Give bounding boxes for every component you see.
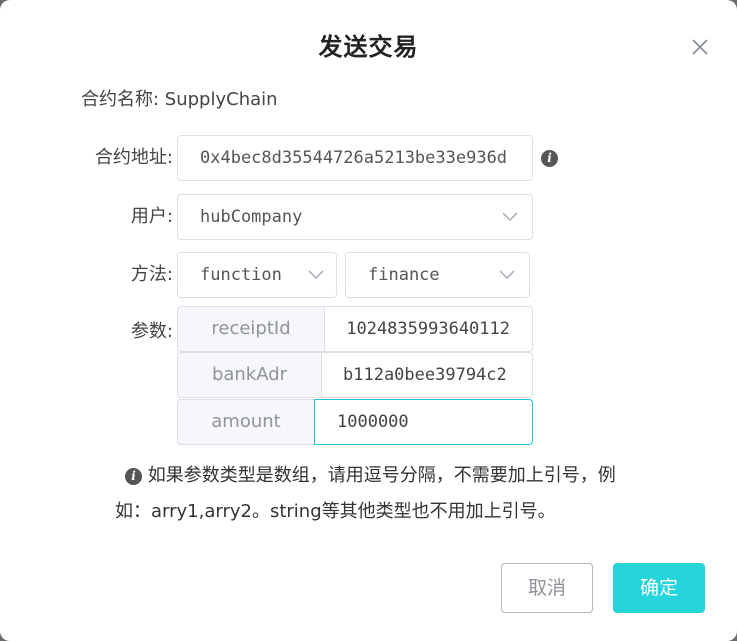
hint-text-1: 如果参数类型是数组，请用逗号分隔，不需要加上引号，例 — [147, 465, 616, 486]
close-icon[interactable] — [687, 34, 713, 60]
chevron-down-icon — [499, 270, 515, 280]
param-value-text: b112a0bee39794c2 — [343, 365, 507, 385]
hint-line-2: 如：arry1,arry2。string等其他类型也不用加上引号。 — [115, 494, 705, 530]
info-icon: i — [125, 468, 142, 485]
hint-text-2: 如：arry1,arry2。string等其他类型也不用加上引号。 — [115, 501, 556, 522]
contract-address-label: 合约地址: — [94, 147, 173, 168]
chevron-down-icon — [502, 212, 518, 222]
param-value-text: 1000000 — [337, 412, 409, 432]
user-label: 用户: — [130, 206, 173, 227]
contract-name-label: 合约名称: SupplyChain — [81, 89, 278, 110]
user-select-value: hubCompany — [200, 207, 303, 227]
param-key-amount: amount — [177, 399, 315, 445]
user-select[interactable]: hubCompany — [177, 194, 533, 240]
contract-address-value: 0x4bec8d35544726a5213be33e936d — [200, 148, 508, 168]
method-name-value: finance — [368, 265, 440, 285]
hint-line-1: i 如果参数类型是数组，请用逗号分隔，不需要加上引号，例 — [125, 458, 705, 494]
chevron-down-icon — [308, 270, 324, 280]
cancel-button[interactable]: 取消 — [501, 563, 593, 613]
confirm-button[interactable]: 确定 — [613, 563, 705, 613]
dialog-title: 发送交易 — [318, 33, 419, 61]
method-type-select[interactable]: function — [177, 252, 337, 298]
param-key-receiptId: receiptId — [177, 306, 325, 352]
param-value-receiptId[interactable]: 1024835993640112 — [324, 306, 533, 352]
param-value-bankAdr[interactable]: b112a0bee39794c2 — [321, 352, 533, 398]
param-key-bankAdr: bankAdr — [177, 352, 322, 398]
info-icon[interactable]: i — [541, 150, 558, 167]
param-value-amount[interactable]: 1000000 — [314, 399, 533, 445]
param-value-text: 1024835993640112 — [346, 319, 510, 339]
send-transaction-dialog: 发送交易 合约名称: SupplyChain 合约地址: 0x4bec8d355… — [0, 0, 737, 641]
method-type-value: function — [200, 265, 282, 285]
method-label: 方法: — [130, 264, 173, 285]
method-name-select[interactable]: finance — [345, 252, 530, 298]
params-label: 参数: — [130, 321, 173, 342]
param-hint: i 如果参数类型是数组，请用逗号分隔，不需要加上引号，例 如：arry1,arr… — [115, 458, 705, 530]
contract-address-field[interactable]: 0x4bec8d35544726a5213be33e936d — [177, 135, 533, 181]
